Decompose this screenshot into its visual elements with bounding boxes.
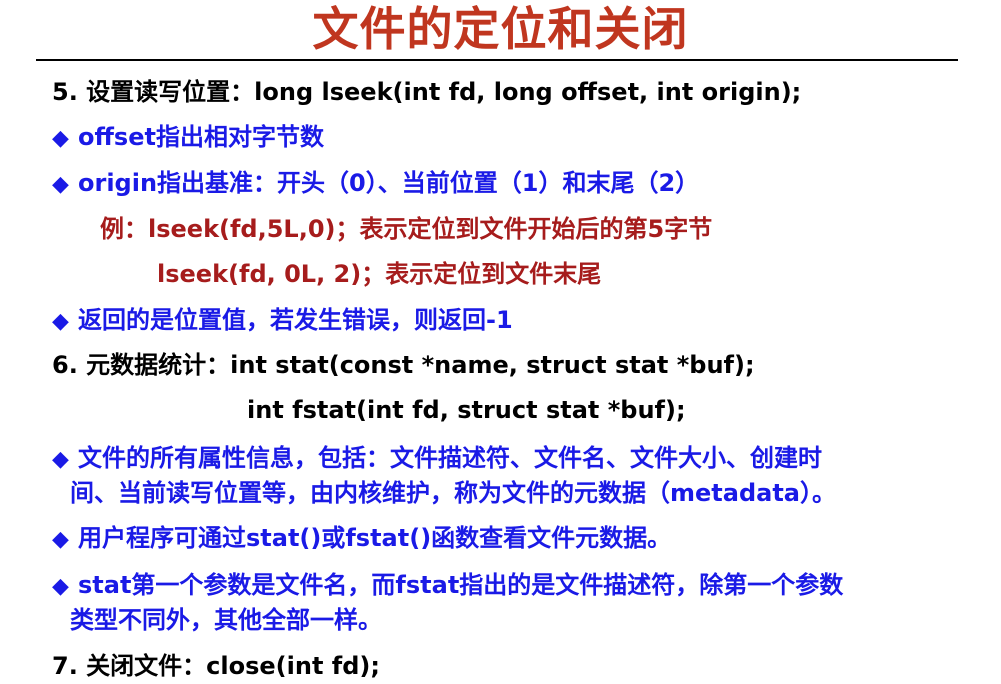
bullet-stat-vs-fstat-continued: 类型不同外，其他全部一样。	[70, 606, 382, 634]
bullet-origin-text: origin指出基准：开头（0）、当前位置（1）和末尾（2）	[78, 169, 700, 197]
bullet-offset: ◆ offset指出相对字节数	[52, 121, 324, 155]
slide-title: 文件的定位和关闭	[312, 2, 689, 56]
diamond-bullet-icon: ◆	[52, 574, 69, 599]
stat-heading: 6. 元数据统计：int stat(const *name, struct st…	[52, 351, 755, 379]
bullet-stat-usage: ◆ 用户程序可通过stat()或fstat()函数查看文件元数据。	[52, 522, 671, 556]
bullet-origin: ◆ origin指出基准：开头（0）、当前位置（1）和末尾（2）	[52, 167, 699, 201]
lseek-heading: 5. 设置读写位置：long lseek(int fd, long offset…	[52, 78, 802, 106]
bullet-offset-text: offset指出相对字节数	[78, 123, 324, 151]
bullet-metadata-continued: 间、当前读写位置等，由内核维护，称为文件的元数据（metadata）。	[70, 479, 836, 507]
title-divider	[36, 59, 958, 61]
bullet-metadata-text: 文件的所有属性信息，包括：文件描述符、文件名、文件大小、创建时	[78, 444, 822, 472]
close-heading: 7. 关闭文件：close(int fd);	[52, 652, 380, 680]
bullet-stat-vs-fstat: ◆ stat第一个参数是文件名，而fstat指出的是文件描述符，除第一个参数	[52, 569, 843, 603]
bullet-stat-usage-text: 用户程序可通过stat()或fstat()函数查看文件元数据。	[78, 524, 672, 552]
bullet-return-value: ◆ 返回的是位置值，若发生错误，则返回-1	[52, 304, 513, 338]
bullet-metadata: ◆ 文件的所有属性信息，包括：文件描述符、文件名、文件大小、创建时	[52, 442, 822, 476]
example-line-1: 例：lseek(fd,5L,0)；表示定位到文件开始后的第5字节	[100, 215, 713, 243]
diamond-bullet-icon: ◆	[52, 527, 69, 552]
diamond-bullet-icon: ◆	[52, 447, 69, 472]
diamond-bullet-icon: ◆	[52, 309, 69, 334]
diamond-bullet-icon: ◆	[52, 172, 69, 197]
fstat-signature: int fstat(int fd, struct stat *buf);	[247, 396, 686, 424]
bullet-stat-vs-fstat-text: stat第一个参数是文件名，而fstat指出的是文件描述符，除第一个参数	[78, 571, 844, 599]
diamond-bullet-icon: ◆	[52, 126, 69, 151]
bullet-return-value-text: 返回的是位置值，若发生错误，则返回-1	[78, 306, 513, 334]
example-line-2: lseek(fd, 0L, 2)；表示定位到文件末尾	[157, 260, 602, 288]
